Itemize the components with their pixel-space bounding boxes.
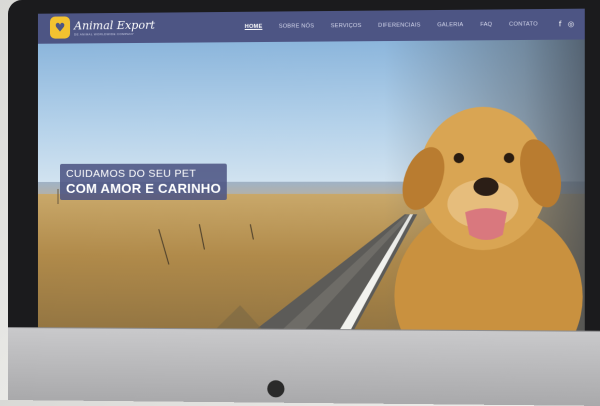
nav-diferenciais[interactable]: DIFERENCIAIS (378, 22, 420, 28)
brand-subtitle: DE ANIMAL WORLDWIDE COMPANY (74, 31, 135, 37)
brand-name[interactable]: Animal Export (74, 19, 155, 33)
nav-sobre-nos[interactable]: SOBRE NÓS (279, 23, 314, 29)
nav-faq[interactable]: FAQ (480, 22, 492, 28)
social-links: f ◎ (553, 20, 574, 28)
hero-headline-line2: COM AMOR E CARINHO (66, 180, 222, 196)
nav-home[interactable]: HOME (245, 24, 263, 30)
site-header: ♥ Animal Export DE ANIMAL WORLDWIDE COMP… (37, 8, 585, 44)
golden-retriever-image (394, 106, 583, 353)
nav-contato[interactable]: CONTATO (509, 21, 538, 27)
instagram-icon[interactable]: ◎ (568, 20, 574, 28)
nav-servicos[interactable]: SERVIÇOS (331, 23, 362, 29)
hero-headline-line1: CUIDAMOS DO SEU PET (66, 167, 197, 180)
nav-galeria[interactable]: GALERIA (437, 22, 463, 28)
monitor: ♥ Animal Export DE ANIMAL WORLDWIDE COMP… (8, 0, 600, 406)
facebook-icon[interactable]: f (559, 20, 562, 28)
hero-headline: CUIDAMOS DO SEU PET COM AMOR E CARINHO (60, 163, 228, 200)
main-nav: HOME SOBRE NÓS SERVIÇOS DIFERENCIAIS GAL… (228, 9, 575, 43)
paw-heart-icon[interactable]: ♥ (49, 16, 71, 39)
apple-logo-icon: ● (266, 375, 286, 401)
monitor-chin: ● (8, 327, 600, 406)
website-screen: ♥ Animal Export DE ANIMAL WORLDWIDE COMP… (37, 8, 585, 353)
